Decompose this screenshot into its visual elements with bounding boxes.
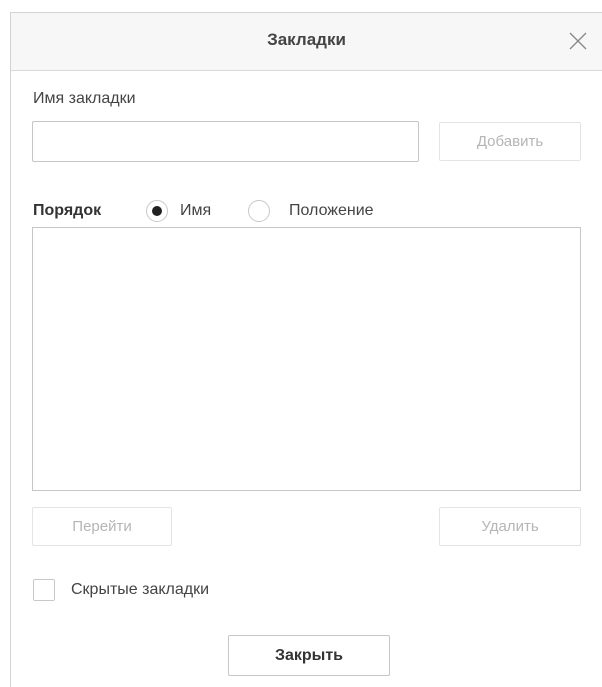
- sort-by-position-label[interactable]: Положение: [289, 202, 374, 220]
- sort-by-name-radio[interactable]: [146, 200, 168, 222]
- close-icon[interactable]: [566, 29, 590, 53]
- bookmark-name-input[interactable]: [32, 121, 419, 162]
- dialog-title: Закладки: [267, 30, 346, 49]
- sort-by-name-label[interactable]: Имя: [180, 202, 211, 220]
- bookmarks-dialog: Закладки Имя закладки Добавить Порядок И…: [10, 12, 602, 687]
- add-button[interactable]: Добавить: [439, 122, 581, 161]
- bookmark-name-label: Имя закладки: [33, 90, 136, 107]
- delete-button[interactable]: Удалить: [439, 507, 581, 546]
- sort-by-position-radio[interactable]: [248, 200, 270, 222]
- go-to-button[interactable]: Перейти: [32, 507, 172, 546]
- dialog-header: Закладки: [11, 13, 602, 71]
- sort-order-label: Порядок: [33, 202, 102, 219]
- hidden-bookmarks-checkbox[interactable]: [33, 579, 55, 601]
- close-button[interactable]: Закрыть: [228, 635, 390, 676]
- radio-selected-dot: [152, 206, 162, 216]
- bookmarks-list[interactable]: [32, 227, 581, 491]
- hidden-bookmarks-label[interactable]: Скрытые закладки: [71, 581, 209, 599]
